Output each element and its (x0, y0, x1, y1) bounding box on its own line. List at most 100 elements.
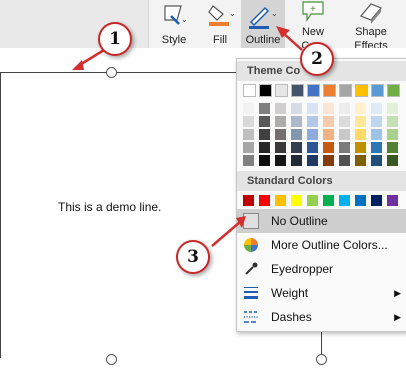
theme-shade-swatch[interactable] (371, 155, 382, 166)
standard-color-swatch[interactable] (243, 195, 254, 206)
svg-text:+: + (310, 4, 316, 15)
theme-shade-swatch[interactable] (259, 142, 270, 153)
theme-color-swatch[interactable] (243, 84, 256, 97)
outline-dropdown-menu: Theme Co Standard Colors No Outline More… (236, 58, 406, 332)
theme-shade-swatch[interactable] (275, 116, 286, 127)
theme-shade-swatch[interactable] (243, 103, 254, 114)
theme-color-swatch[interactable] (323, 84, 336, 97)
theme-shade-swatch[interactable] (291, 142, 302, 153)
menu-item-label: Weight (271, 286, 309, 300)
theme-shade-swatch[interactable] (259, 103, 270, 114)
theme-shade-swatch[interactable] (307, 142, 318, 153)
theme-color-swatch[interactable] (339, 84, 352, 97)
theme-shade-swatch[interactable] (323, 103, 334, 114)
theme-color-swatch[interactable] (307, 84, 320, 97)
theme-color-swatch[interactable] (371, 84, 384, 97)
theme-shade-swatch[interactable] (307, 155, 318, 166)
theme-shade-swatch[interactable] (371, 116, 382, 127)
standard-color-swatch[interactable] (355, 195, 366, 206)
fill-label: Fill (212, 34, 228, 46)
theme-shade-swatch[interactable] (339, 142, 350, 153)
theme-shade-swatch[interactable] (275, 129, 286, 140)
theme-shade-swatch[interactable] (323, 129, 334, 140)
theme-shade-swatch[interactable] (355, 116, 366, 127)
theme-shade-swatch[interactable] (275, 103, 286, 114)
theme-color-swatch[interactable] (355, 84, 368, 97)
theme-color-swatch[interactable] (291, 84, 304, 97)
pen-outline-icon: ⌄ (249, 6, 278, 29)
callout-1: 1 (98, 22, 132, 56)
theme-shade-swatch[interactable] (339, 129, 350, 140)
standard-color-swatch[interactable] (291, 195, 302, 206)
theme-shade-swatch[interactable] (371, 103, 382, 114)
theme-shade-swatch[interactable] (355, 155, 366, 166)
svg-text:⌄: ⌄ (181, 15, 188, 24)
standard-colors-heading: Standard Colors (237, 171, 406, 191)
theme-shade-swatch[interactable] (291, 103, 302, 114)
theme-shade-swatch[interactable] (243, 129, 254, 140)
theme-shade-swatch[interactable] (371, 129, 382, 140)
outline-label: Outline (245, 34, 281, 46)
theme-shade-swatch[interactable] (355, 103, 366, 114)
theme-shade-swatch[interactable] (291, 155, 302, 166)
theme-shade-swatch[interactable] (307, 129, 318, 140)
new-comment-label: New (301, 26, 324, 38)
shape-left-edge[interactable] (0, 72, 1, 358)
theme-shade-swatch[interactable] (307, 103, 318, 114)
theme-shade-swatch[interactable] (339, 103, 350, 114)
menu-item-dashes[interactable]: Dashes ▶ (237, 305, 406, 329)
menu-item-weight[interactable]: Weight ▶ (237, 281, 406, 305)
theme-color-swatch[interactable] (259, 84, 272, 97)
theme-shade-swatch[interactable] (387, 129, 398, 140)
theme-shade-swatch[interactable] (387, 103, 398, 114)
theme-shade-swatch[interactable] (243, 116, 254, 127)
standard-color-swatch[interactable] (259, 195, 270, 206)
resize-handle-bottom-right[interactable] (316, 354, 327, 365)
standard-color-swatch[interactable] (371, 195, 382, 206)
theme-shade-swatch[interactable] (339, 116, 350, 127)
theme-shade-swatch[interactable] (275, 155, 286, 166)
theme-shade-swatch[interactable] (291, 129, 302, 140)
weight-icon (244, 287, 258, 299)
theme-shade-swatch[interactable] (291, 116, 302, 127)
theme-shade-swatch[interactable] (355, 129, 366, 140)
theme-shade-swatch[interactable] (259, 129, 270, 140)
no-outline-icon (243, 213, 259, 229)
theme-shade-swatch[interactable] (387, 116, 398, 127)
theme-shade-swatch[interactable] (323, 155, 334, 166)
callout-3: 3 (176, 240, 210, 274)
standard-color-swatch[interactable] (387, 195, 398, 206)
theme-shade-swatch[interactable] (243, 142, 254, 153)
theme-shade-swatch[interactable] (387, 142, 398, 153)
theme-shade-swatch[interactable] (243, 155, 254, 166)
fill-bucket-icon: ⌄ (208, 5, 235, 26)
theme-shade-swatch[interactable] (355, 142, 366, 153)
style-label: Style (161, 34, 187, 46)
menu-item-no-outline[interactable]: No Outline (237, 209, 406, 233)
theme-shade-swatch[interactable] (371, 142, 382, 153)
theme-shade-swatch[interactable] (275, 142, 286, 153)
standard-color-swatch[interactable] (323, 195, 334, 206)
standard-color-swatch[interactable] (307, 195, 318, 206)
theme-shade-swatch[interactable] (339, 155, 350, 166)
standard-color-swatch[interactable] (339, 195, 350, 206)
submenu-arrow-icon: ▶ (394, 288, 401, 298)
theme-shade-swatch[interactable] (307, 116, 318, 127)
theme-shade-swatch[interactable] (259, 155, 270, 166)
resize-handle-bottom[interactable] (106, 354, 117, 365)
theme-shade-swatch[interactable] (259, 116, 270, 127)
color-wheel-icon (244, 238, 258, 252)
menu-item-eyedropper[interactable]: Eyedropper (237, 257, 406, 281)
theme-shade-swatch[interactable] (387, 155, 398, 166)
theme-shade-swatch[interactable] (323, 116, 334, 127)
theme-color-swatch[interactable] (387, 84, 400, 97)
standard-color-swatch[interactable] (275, 195, 286, 206)
theme-shade-swatch[interactable] (323, 142, 334, 153)
shape-effects-icon (360, 3, 382, 24)
menu-item-more-outline-colors[interactable]: More Outline Colors... (237, 233, 406, 257)
theme-color-swatch[interactable] (275, 84, 288, 97)
slide-text[interactable]: This is a demo line. (58, 200, 161, 214)
resize-handle-top[interactable] (106, 67, 117, 78)
comment-icon: + (302, 1, 324, 22)
dashes-icon (244, 311, 258, 323)
